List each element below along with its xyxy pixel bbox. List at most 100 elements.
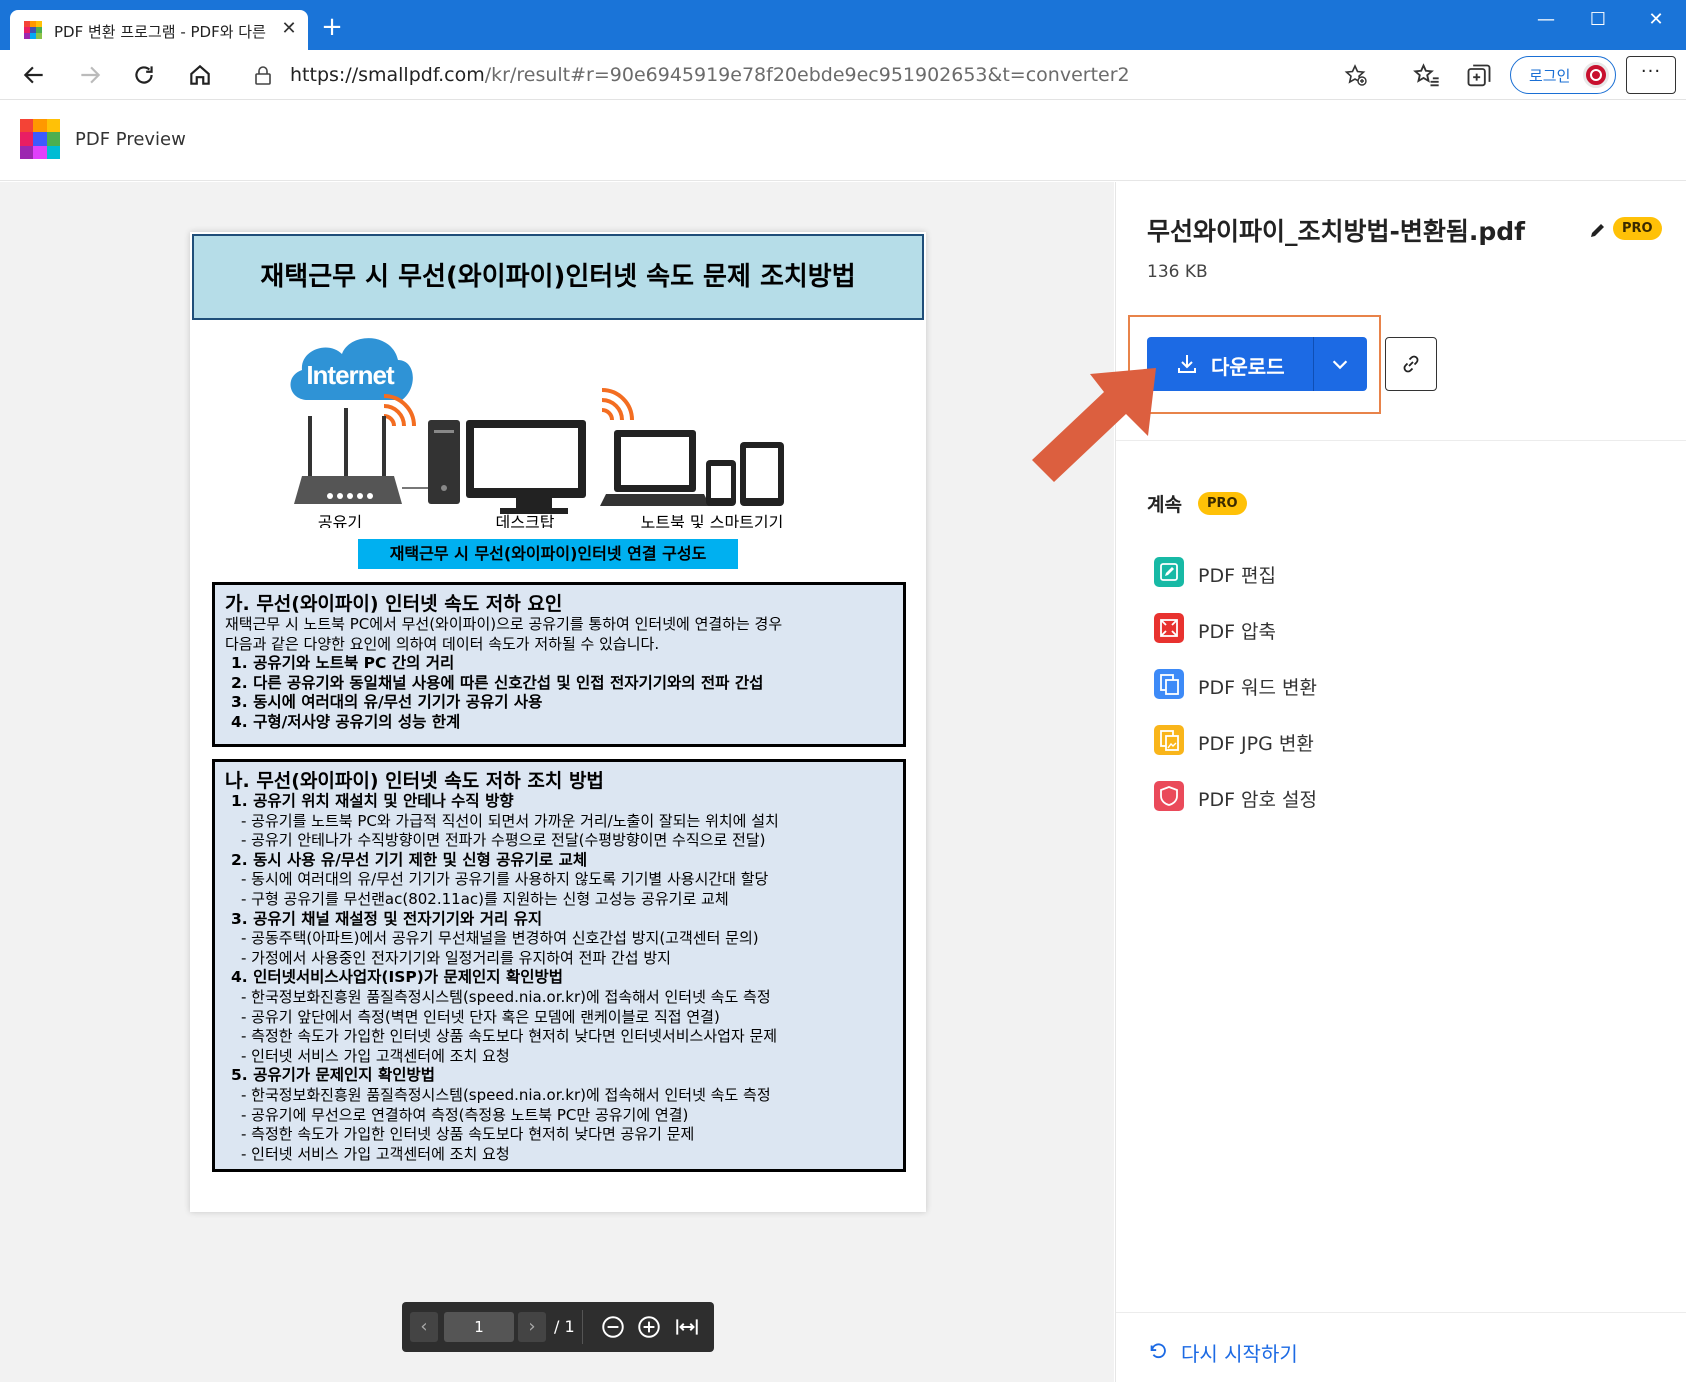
zoom-in-icon[interactable]	[636, 1314, 662, 1340]
continue-pro-badge: PRO	[1198, 492, 1247, 515]
section-solutions-list: 1. 공유기 위치 재설치 및 안테나 수직 방향 - 공유기를 노트북 PC와 …	[225, 792, 893, 1164]
solution-item: 5. 공유기가 문제인지 확인방법	[231, 1066, 435, 1085]
solution-detail: - 동시에 여러대의 유/무선 기기가 공유기를 사용하지 않도록 기기별 사용…	[241, 870, 769, 889]
solution-detail: - 공유기에 무선으로 연결하여 측정(측정용 노트북 PC만 공유기에 연결)	[241, 1105, 689, 1124]
zoom-out-icon[interactable]	[600, 1314, 626, 1340]
favorites-icon[interactable]	[1413, 62, 1441, 90]
solution-detail: - 측정한 속도가 가입한 인터넷 상품 속도보다 현저히 낮다면 인터넷서비스…	[241, 1027, 778, 1046]
solution-detail: - 한국정보화진흥원 품질측정시스템(speed.nia.or.kr)에 접속해…	[241, 1085, 771, 1104]
file-size: 136 KB	[1147, 262, 1208, 282]
restart-icon	[1150, 1343, 1166, 1359]
forward-icon[interactable]	[72, 58, 108, 92]
app-header: PDF Preview	[0, 101, 1686, 181]
download-button-group: 다운로드	[1147, 337, 1367, 391]
chevron-down-icon	[1332, 360, 1348, 370]
solution-item: 4. 인터넷서비스사업자(ISP)가 문제인지 확인방법	[231, 968, 564, 987]
pdf-page: 재택근무 시 무선(와이파이)인터넷 속도 문제 조치방법 Internet 공…	[190, 232, 926, 1212]
download-button[interactable]: 다운로드	[1147, 337, 1313, 391]
tool-edit-pdf[interactable]: PDF 편집	[1154, 557, 1554, 591]
minimize-icon[interactable]: —	[1516, 0, 1576, 40]
start-over-label: 다시 시작하기	[1181, 1342, 1298, 1366]
tool-compress-pdf[interactable]: PDF 압축	[1154, 613, 1554, 647]
tool-label: PDF 워드 변환	[1198, 677, 1318, 699]
prev-page-button[interactable]: ‹	[410, 1312, 438, 1342]
section-causes: 가. 무선(와이파이) 인터넷 속도 저하 요인 재택근무 시 노트북 PC에서…	[212, 582, 906, 747]
browser-menu-button[interactable]: ···	[1626, 56, 1676, 94]
back-icon[interactable]	[16, 58, 52, 92]
desktop-label: 데스크탑	[496, 513, 555, 528]
url-base: https://smallpdf.com	[290, 64, 485, 86]
share-link-button[interactable]	[1385, 337, 1437, 391]
tool-label: PDF 암호 설정	[1198, 789, 1318, 811]
tool-label: PDF JPG 변환	[1198, 733, 1314, 755]
tool-protect-pdf[interactable]: PDF 암호 설정	[1154, 781, 1554, 815]
page-number-input[interactable]	[444, 1312, 514, 1342]
maximize-icon[interactable]: ☐	[1568, 0, 1628, 40]
cause-item: 4. 구형/저사양 공유기의 성능 한계	[231, 712, 461, 731]
section-causes-intro-1: 재택근무 시 노트북 PC에서 무선(와이파이)으로 공유기를 통하여 인터넷에…	[225, 615, 783, 633]
result-panel: 무선와이파이_조치방법-변환됨.pdf PRO 136 KB 다운로드 계속 P…	[1115, 182, 1686, 1382]
device-wifi-icon	[601, 388, 634, 421]
tab-title: PDF 변환 프로그램 - PDF와 다른	[54, 23, 266, 41]
edit-pdf-icon	[1154, 557, 1184, 587]
start-over-link[interactable]: 다시 시작하기	[1147, 1332, 1347, 1372]
next-page-button[interactable]: ›	[518, 1312, 546, 1342]
devices-label: 노트북 및 스마트기기	[641, 513, 784, 528]
address-bar[interactable]: https://smallpdf.com/kr/result#r=90e6945…	[236, 55, 1386, 95]
tool-label: PDF 편집	[1198, 565, 1277, 587]
solution-detail: - 공동주택(아파트)에서 공유기 무선채널을 변경하여 신호간섭 방지(고객센…	[241, 929, 759, 948]
cause-item: 1. 공유기와 노트북 PC 간의 거리	[231, 654, 455, 673]
url-path: /kr/result#r=90e6945919e78f20ebde9ec9519…	[484, 64, 1130, 86]
solution-detail: - 가정에서 사용중인 전자기기와 일정거리를 유지하여 전파 간섭 방지	[241, 948, 671, 967]
home-icon[interactable]	[182, 58, 218, 92]
lock-icon	[255, 66, 271, 85]
tool-pdf-to-word[interactable]: PDF 워드 변환	[1154, 669, 1554, 703]
cause-item: 3. 동시에 여러대의 유/무선 기기가 공유기 사용	[231, 693, 543, 712]
solution-detail: - 인터넷 서비스 가입 고객센터에 조치 요청	[241, 1144, 510, 1163]
login-button[interactable]: 로그인	[1510, 56, 1616, 94]
router-icon	[294, 408, 402, 504]
section-solutions: 나. 무선(와이파이) 인터넷 속도 저하 조치 방법 1. 공유기 위치 재설…	[212, 759, 906, 1172]
collections-icon[interactable]	[1465, 62, 1493, 90]
add-favorite-icon[interactable]	[1344, 63, 1368, 87]
smallpdf-favicon-icon	[24, 21, 42, 39]
browser-titlebar: PDF 변환 프로그램 - PDF와 다른 ✕ + — ☐ ✕	[0, 0, 1686, 50]
page-controls: ‹ › / 1	[402, 1302, 714, 1352]
file-name: 무선와이파이_조치방법-변환됨.pdf	[1147, 217, 1526, 246]
panel-divider	[1116, 440, 1686, 441]
link-icon	[1403, 355, 1419, 373]
section-causes-heading: 가. 무선(와이파이) 인터넷 속도 저하 요인	[225, 593, 563, 615]
tool-pdf-to-jpg[interactable]: PDF JPG 변환	[1154, 725, 1554, 759]
cause-item: 2. 다른 공유기와 동일채널 사용에 따른 신호간섭 및 인접 전자기기와의 …	[231, 673, 764, 692]
protect-pdf-icon	[1154, 781, 1184, 811]
solution-item: 3. 공유기 채널 재설정 및 전자기기와 거리 유지	[231, 909, 543, 928]
window-close-icon[interactable]: ✕	[1626, 0, 1686, 40]
profile-avatar-icon	[1583, 62, 1609, 88]
solution-detail: - 공유기를 노트북 PC와 가급적 직선이 되면서 가까운 거리/노출이 잘되…	[241, 811, 779, 830]
rename-pencil-icon[interactable]	[1588, 220, 1608, 240]
internet-label: Internet	[306, 360, 395, 390]
login-label: 로그인	[1529, 67, 1571, 85]
tab-close-icon[interactable]: ✕	[278, 18, 300, 40]
laptop-and-smart-devices-icon	[600, 430, 784, 506]
network-diagram: Internet 공유기 데스크탑 노트북 및 스마트기기	[290, 338, 784, 528]
new-tab-icon[interactable]: +	[318, 14, 346, 42]
pdf-to-word-icon	[1154, 669, 1184, 699]
pdf-to-jpg-icon	[1154, 725, 1184, 755]
browser-tab[interactable]: PDF 변환 프로그램 - PDF와 다른 ✕	[10, 10, 308, 50]
router-wifi-icon	[383, 394, 416, 427]
browser-toolbar: https://smallpdf.com/kr/result#r=90e6945…	[0, 50, 1686, 100]
fit-width-icon[interactable]	[674, 1314, 700, 1340]
app-title: PDF Preview	[75, 129, 186, 150]
solution-item: 2. 동시 사용 유/무선 기기 제한 및 신형 공유기로 교체	[231, 850, 588, 869]
desktop-icon	[428, 420, 586, 514]
download-label: 다운로드	[1211, 355, 1285, 379]
download-options-dropdown[interactable]	[1314, 337, 1367, 391]
refresh-icon[interactable]	[126, 58, 162, 92]
section-causes-intro-2: 다음과 같은 다양한 요인에 의하여 데이터 속도가 저하될 수 있습니다.	[225, 634, 660, 653]
router-label: 공유기	[318, 513, 362, 528]
pro-badge: PRO	[1613, 217, 1662, 240]
compress-pdf-icon	[1154, 613, 1184, 643]
smallpdf-logo-icon[interactable]	[20, 119, 60, 159]
solution-item: 1. 공유기 위치 재설치 및 안테나 수직 방향	[231, 792, 514, 810]
